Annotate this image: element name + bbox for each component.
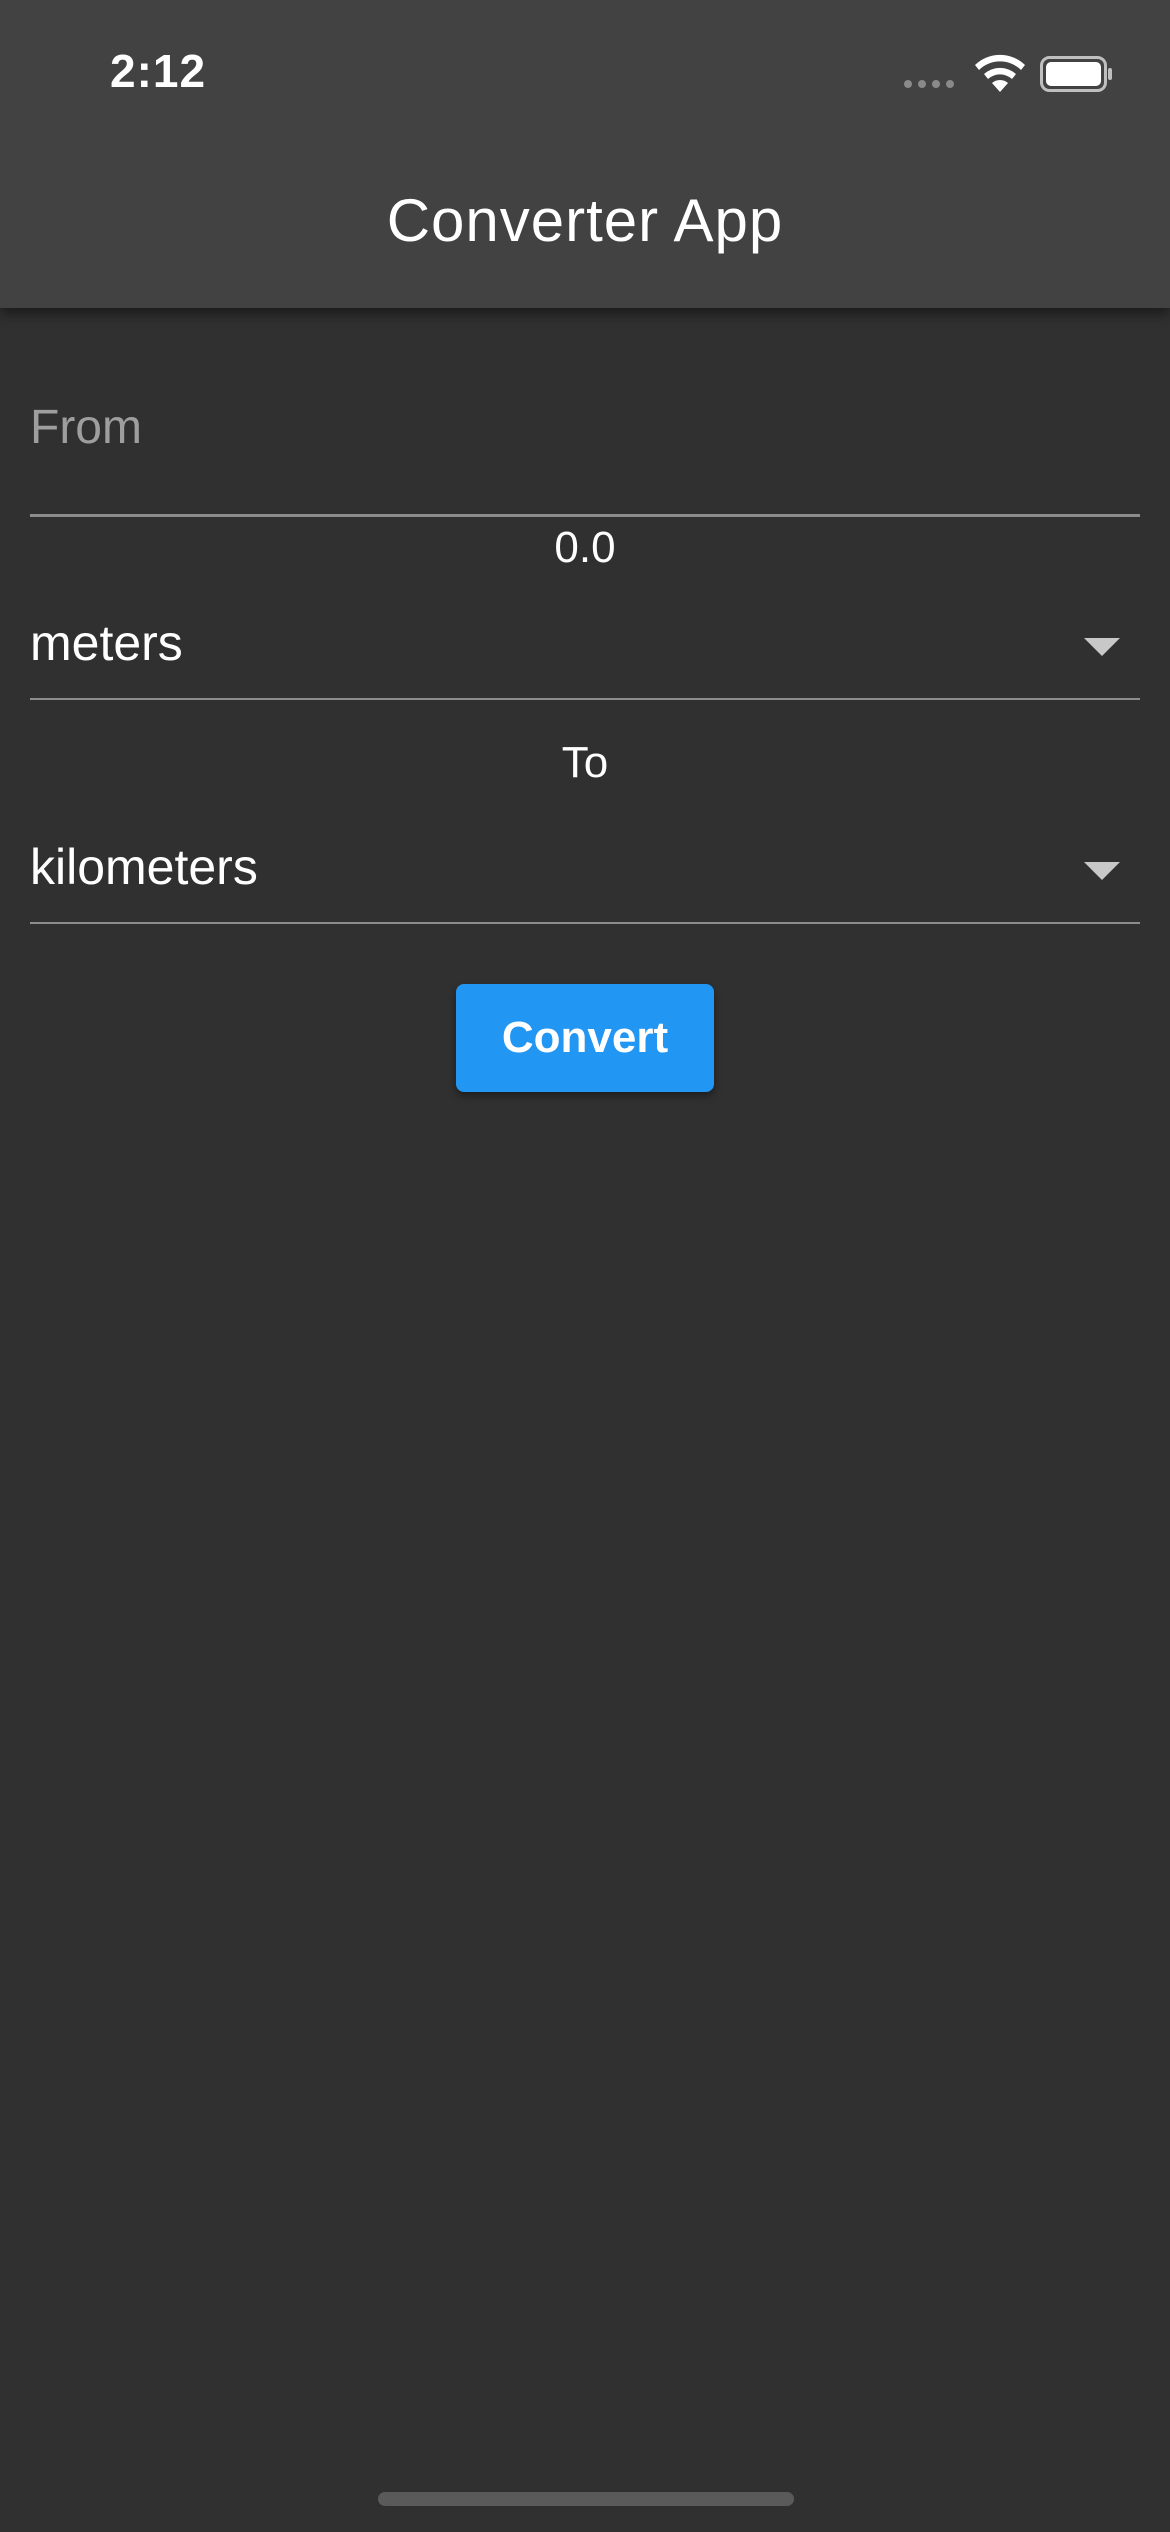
convert-button[interactable]: Convert [456, 984, 714, 1092]
battery-icon [1040, 56, 1112, 92]
home-indicator[interactable] [378, 2492, 794, 2506]
cellular-signal-icon [904, 80, 954, 88]
to-unit-label: kilometers [30, 839, 258, 895]
chevron-down-icon [1084, 862, 1120, 880]
wifi-icon [975, 54, 1025, 92]
from-unit-label: meters [30, 615, 183, 671]
to-unit-dropdown[interactable]: kilometers [30, 822, 1140, 924]
to-label: To [561, 738, 609, 787]
chevron-down-icon [1084, 638, 1120, 656]
from-unit-dropdown[interactable]: meters [30, 598, 1140, 700]
status-time: 2:12 [110, 45, 207, 97]
page-title: Converter App [386, 187, 784, 254]
app-bar: 2:12 Converter App [0, 0, 1170, 308]
from-input[interactable]: From [30, 400, 142, 455]
result-value: 0.0 [554, 523, 616, 572]
